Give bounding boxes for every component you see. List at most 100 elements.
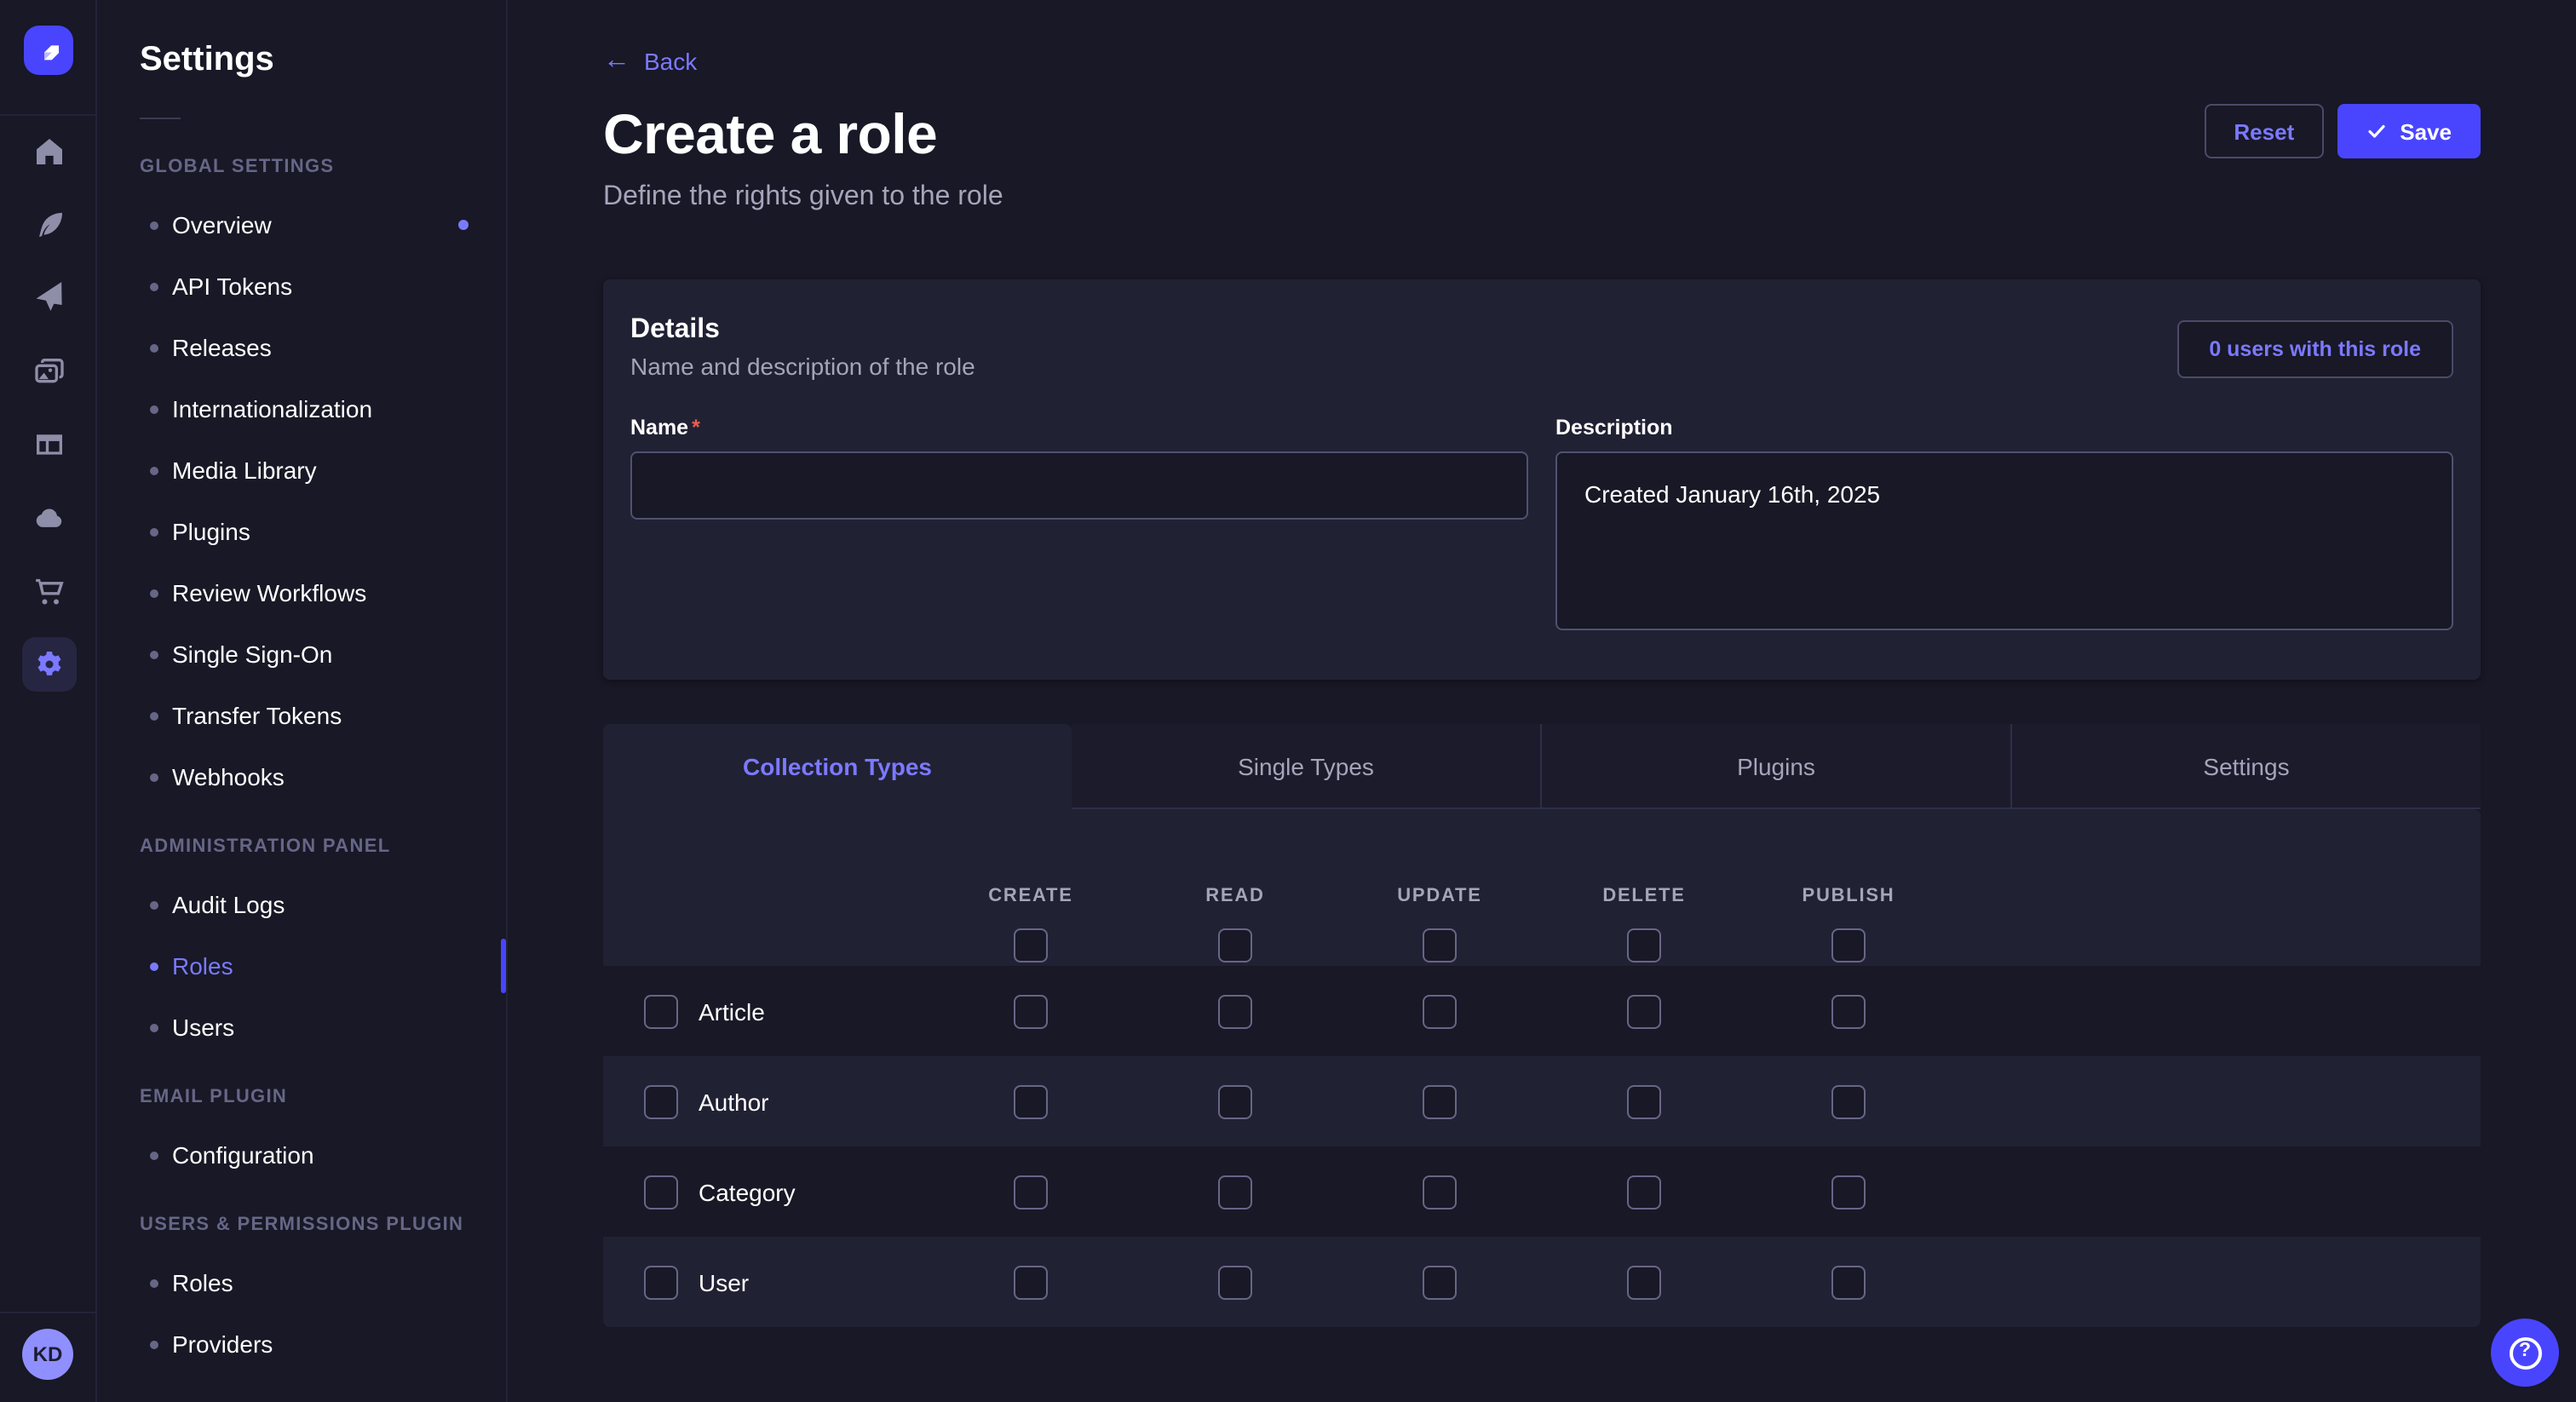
- sidebar-item-roles-admin[interactable]: Roles: [99, 935, 506, 997]
- select-all-delete-checkbox[interactable]: [1627, 929, 1661, 963]
- sidebar-item-roles-up[interactable]: Roles: [99, 1252, 506, 1313]
- sidebar-item-media-library[interactable]: Media Library: [99, 440, 506, 501]
- bullet-icon: [150, 221, 158, 229]
- select-all-update-checkbox[interactable]: [1423, 929, 1457, 963]
- strapi-logo-icon: [34, 36, 63, 65]
- bullet-icon: [150, 1151, 158, 1159]
- permission-checkbox-read[interactable]: [1218, 1266, 1252, 1300]
- back-label: Back: [644, 48, 697, 75]
- reset-button[interactable]: Reset: [2205, 104, 2323, 158]
- tab-plugins[interactable]: Plugins: [1540, 725, 2010, 810]
- column-label: PUBLISH: [1803, 887, 1895, 909]
- select-all-publish-checkbox[interactable]: [1831, 929, 1866, 963]
- deploy-nav[interactable]: [0, 261, 97, 334]
- header-actions: Reset Save: [2205, 104, 2481, 158]
- column-label: DELETE: [1602, 887, 1685, 909]
- cloud-icon: [32, 500, 66, 534]
- row-select-checkbox[interactable]: [644, 1175, 678, 1210]
- content-manager-nav[interactable]: [0, 407, 97, 480]
- section-header: ADMINISTRATION PANEL: [99, 830, 506, 864]
- active-indicator: [501, 939, 506, 993]
- permission-checkbox-delete[interactable]: [1627, 1175, 1661, 1210]
- feather-icon: [32, 207, 66, 241]
- bullet-icon: [150, 343, 158, 352]
- sidebar-item-review-workflows[interactable]: Review Workflows: [99, 562, 506, 623]
- description-textarea[interactable]: Created January 16th, 2025: [1555, 452, 2453, 631]
- permission-checkbox-read[interactable]: [1218, 995, 1252, 1029]
- tab-settings[interactable]: Settings: [2010, 725, 2481, 810]
- marketplace-nav[interactable]: [0, 554, 97, 627]
- back-link[interactable]: ← Back: [603, 48, 697, 75]
- permission-checkbox-update[interactable]: [1423, 1085, 1457, 1119]
- cloud-nav[interactable]: [0, 480, 97, 554]
- user-avatar[interactable]: KD: [22, 1329, 73, 1380]
- permission-checkbox-read[interactable]: [1218, 1175, 1252, 1210]
- strapi-admin: KD Settings GLOBAL SETTINGS Overview API…: [0, 0, 2576, 1402]
- rail-nav: [0, 114, 97, 700]
- sidebar-item-single-sign-on[interactable]: Single Sign-On: [99, 623, 506, 685]
- bullet-icon: [150, 962, 158, 970]
- permission-checkbox-create[interactable]: [1014, 1266, 1048, 1300]
- help-button[interactable]: ?: [2491, 1319, 2559, 1387]
- permission-checkbox-update[interactable]: [1423, 1175, 1457, 1210]
- notification-dot: [458, 220, 469, 230]
- check-icon: [2366, 121, 2386, 141]
- row-select-checkbox[interactable]: [644, 1085, 678, 1119]
- name-label-text: Name: [630, 417, 688, 440]
- save-button[interactable]: Save: [2337, 104, 2481, 158]
- section-email-plugin: EMAIL PLUGIN Configuration: [99, 1080, 506, 1186]
- sidebar-item-overview[interactable]: Overview: [99, 194, 506, 256]
- main-content: ← Back Create a role Define the rights g…: [508, 0, 2576, 1402]
- sidebar-item-label: Providers: [172, 1330, 273, 1358]
- users-with-role-button[interactable]: 0 users with this role: [2176, 321, 2453, 379]
- bullet-icon: [150, 589, 158, 597]
- settings-nav[interactable]: [0, 627, 97, 700]
- name-input[interactable]: [630, 452, 1528, 520]
- sidebar-item-api-tokens[interactable]: API Tokens: [99, 256, 506, 317]
- media-library-nav[interactable]: [0, 334, 97, 407]
- gear-icon: [32, 646, 66, 681]
- sidebar-item-releases[interactable]: Releases: [99, 317, 506, 378]
- permission-checkbox-create[interactable]: [1014, 1085, 1048, 1119]
- home-nav[interactable]: [0, 114, 97, 187]
- sidebar-item-label: Internationalization: [172, 395, 372, 422]
- permission-checkbox-create[interactable]: [1014, 995, 1048, 1029]
- bullet-icon: [150, 1340, 158, 1348]
- tab-single-types[interactable]: Single Types: [1072, 725, 1540, 810]
- select-all-create-checkbox[interactable]: [1014, 929, 1048, 963]
- row-select-checkbox[interactable]: [644, 995, 678, 1029]
- page-subtitle: Define the rights given to the role: [603, 183, 2481, 214]
- permission-checkbox-update[interactable]: [1423, 995, 1457, 1029]
- permission-checkbox-delete[interactable]: [1627, 1266, 1661, 1300]
- sidebar-item-users[interactable]: Users: [99, 997, 506, 1058]
- permission-checkbox-update[interactable]: [1423, 1266, 1457, 1300]
- sidebar-item-plugins[interactable]: Plugins: [99, 501, 506, 562]
- sidebar-item-configuration[interactable]: Configuration: [99, 1124, 506, 1186]
- tab-collection-types[interactable]: Collection Types: [603, 725, 1072, 810]
- strapi-logo[interactable]: [24, 26, 73, 75]
- permission-checkbox-publish[interactable]: [1831, 1266, 1866, 1300]
- sidebar-item-label: Roles: [172, 952, 233, 980]
- paper-plane-icon: [32, 280, 66, 314]
- bullet-icon: [150, 773, 158, 781]
- sidebar-item-label: Audit Logs: [172, 891, 285, 918]
- permission-checkbox-delete[interactable]: [1627, 1085, 1661, 1119]
- sidebar-item-internationalization[interactable]: Internationalization: [99, 378, 506, 440]
- bullet-icon: [150, 900, 158, 909]
- row-select-checkbox[interactable]: [644, 1266, 678, 1300]
- select-all-read-checkbox[interactable]: [1218, 929, 1252, 963]
- content-type-builder-nav[interactable]: [0, 187, 97, 261]
- sidebar-item-providers[interactable]: Providers: [99, 1313, 506, 1375]
- row-label: Article: [699, 998, 765, 1026]
- permission-checkbox-create[interactable]: [1014, 1175, 1048, 1210]
- section-header: GLOBAL SETTINGS: [99, 150, 506, 184]
- sidebar-item-audit-logs[interactable]: Audit Logs: [99, 874, 506, 935]
- permission-checkbox-publish[interactable]: [1831, 1175, 1866, 1210]
- cart-icon: [32, 573, 66, 607]
- permission-checkbox-read[interactable]: [1218, 1085, 1252, 1119]
- permission-checkbox-delete[interactable]: [1627, 995, 1661, 1029]
- sidebar-item-transfer-tokens[interactable]: Transfer Tokens: [99, 685, 506, 746]
- sidebar-item-webhooks[interactable]: Webhooks: [99, 746, 506, 807]
- permission-checkbox-publish[interactable]: [1831, 995, 1866, 1029]
- permission-checkbox-publish[interactable]: [1831, 1085, 1866, 1119]
